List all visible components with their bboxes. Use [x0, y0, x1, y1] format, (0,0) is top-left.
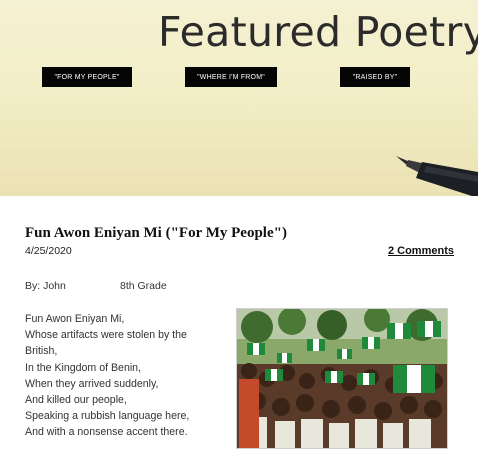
- nav-for-my-people-button[interactable]: "FOR MY PEOPLE": [42, 67, 132, 87]
- author-byline: By: John: [25, 280, 66, 292]
- photo-illustration: [237, 309, 447, 448]
- author-grade: 8th Grade: [120, 280, 167, 292]
- nav-where-im-from-button[interactable]: "WHERE I'M FROM": [185, 67, 277, 87]
- poem-line: Speaking a rubbish language here,: [25, 410, 190, 423]
- banner-title: Featured Poetry: [158, 8, 478, 56]
- featured-banner: Featured Poetry "FOR MY PEOPLE" "WHERE I…: [0, 0, 478, 196]
- poem-line: Fun Awon Eniyan Mi,: [25, 313, 125, 325]
- poem-line: British,: [25, 345, 58, 358]
- comments-link[interactable]: 2 Comments: [388, 245, 454, 257]
- poem-line: Whose artifacts were stolen by the: [25, 329, 187, 342]
- fountain-pen-icon: [396, 156, 478, 196]
- children-with-flags-photo: [236, 308, 448, 449]
- poem-line: When they arrived suddenly,: [25, 377, 159, 390]
- post-title[interactable]: Fun Awon Eniyan Mi ("For My People"): [25, 225, 287, 242]
- poem-line: And with a nonsense accent there.: [25, 426, 188, 439]
- nav-raised-by-button[interactable]: "RAISED BY": [340, 67, 410, 87]
- poem-line: And killed our people,: [25, 394, 127, 407]
- poem-line: In the Kingdom of Benin,: [25, 361, 142, 374]
- post-date: 4/25/2020: [25, 245, 72, 257]
- poem-text: Fun Awon Eniyan Mi, Whose artifacts were…: [25, 311, 189, 441]
